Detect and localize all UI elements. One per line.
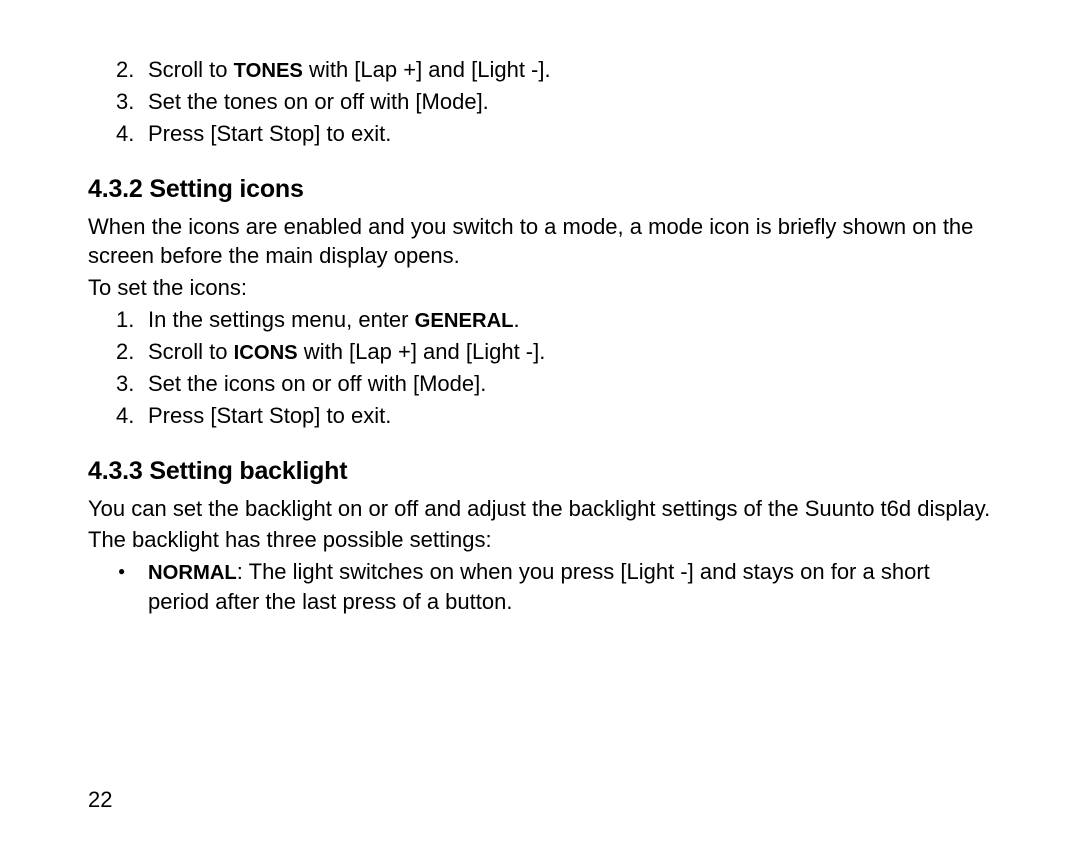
- list-text-bold: GENERAL: [415, 310, 514, 332]
- list-number: 4.: [116, 119, 134, 149]
- list-text-pre: Set the icons on or off with [Mode].: [148, 371, 486, 396]
- list-text-pre: Press [Start Stop] to exit.: [148, 121, 391, 146]
- list-item: 2. Scroll to ICONS with [Lap +] and [Lig…: [148, 337, 992, 367]
- paragraph: To set the icons:: [88, 273, 992, 303]
- list-text-pre: Scroll to: [148, 339, 234, 364]
- paragraph: You can set the backlight on or off and …: [88, 494, 992, 524]
- list-number: 2.: [116, 337, 134, 367]
- paragraph: The backlight has three possible setting…: [88, 525, 992, 555]
- list-number: 4.: [116, 401, 134, 431]
- list-text-post: with [Lap +] and [Light -].: [303, 57, 551, 82]
- list-text-pre: Scroll to: [148, 57, 234, 82]
- list-number: 2.: [116, 55, 134, 85]
- heading-433: 4.3.3 Setting backlight: [88, 457, 992, 486]
- section433-bullet-list: NORMAL: The light switches on when you p…: [88, 557, 992, 617]
- list-text-bold: ICONS: [234, 342, 298, 364]
- list-item: NORMAL: The light switches on when you p…: [148, 557, 992, 617]
- bullet-text: : The light switches on when you press […: [148, 559, 930, 614]
- list-item: 3. Set the tones on or off with [Mode].: [148, 87, 992, 117]
- bullet-bold: NORMAL: [148, 562, 237, 584]
- list-number: 3.: [116, 87, 134, 117]
- list-number: 3.: [116, 369, 134, 399]
- list-item: 1. In the settings menu, enter GENERAL.: [148, 305, 992, 335]
- list-text-bold: TONES: [234, 60, 303, 82]
- list-text-post: with [Lap +] and [Light -].: [298, 339, 546, 364]
- list-item: 4. Press [Start Stop] to exit.: [148, 401, 992, 431]
- list-text-pre: Set the tones on or off with [Mode].: [148, 89, 489, 114]
- heading-432: 4.3.2 Setting icons: [88, 175, 992, 204]
- list-number: 1.: [116, 305, 134, 335]
- paragraph: When the icons are enabled and you switc…: [88, 212, 992, 271]
- list-item: 3. Set the icons on or off with [Mode].: [148, 369, 992, 399]
- list-text-pre: Press [Start Stop] to exit.: [148, 403, 391, 428]
- list-item: 4. Press [Start Stop] to exit.: [148, 119, 992, 149]
- page-content: 2. Scroll to TONES with [Lap +] and [Lig…: [0, 0, 1080, 855]
- list-item: 2. Scroll to TONES with [Lap +] and [Lig…: [148, 55, 992, 85]
- top-ordered-list: 2. Scroll to TONES with [Lap +] and [Lig…: [88, 55, 992, 149]
- page-number: 22: [88, 787, 112, 813]
- list-text-post: .: [514, 307, 520, 332]
- section432-ordered-list: 1. In the settings menu, enter GENERAL. …: [88, 305, 992, 431]
- list-text-pre: In the settings menu, enter: [148, 307, 415, 332]
